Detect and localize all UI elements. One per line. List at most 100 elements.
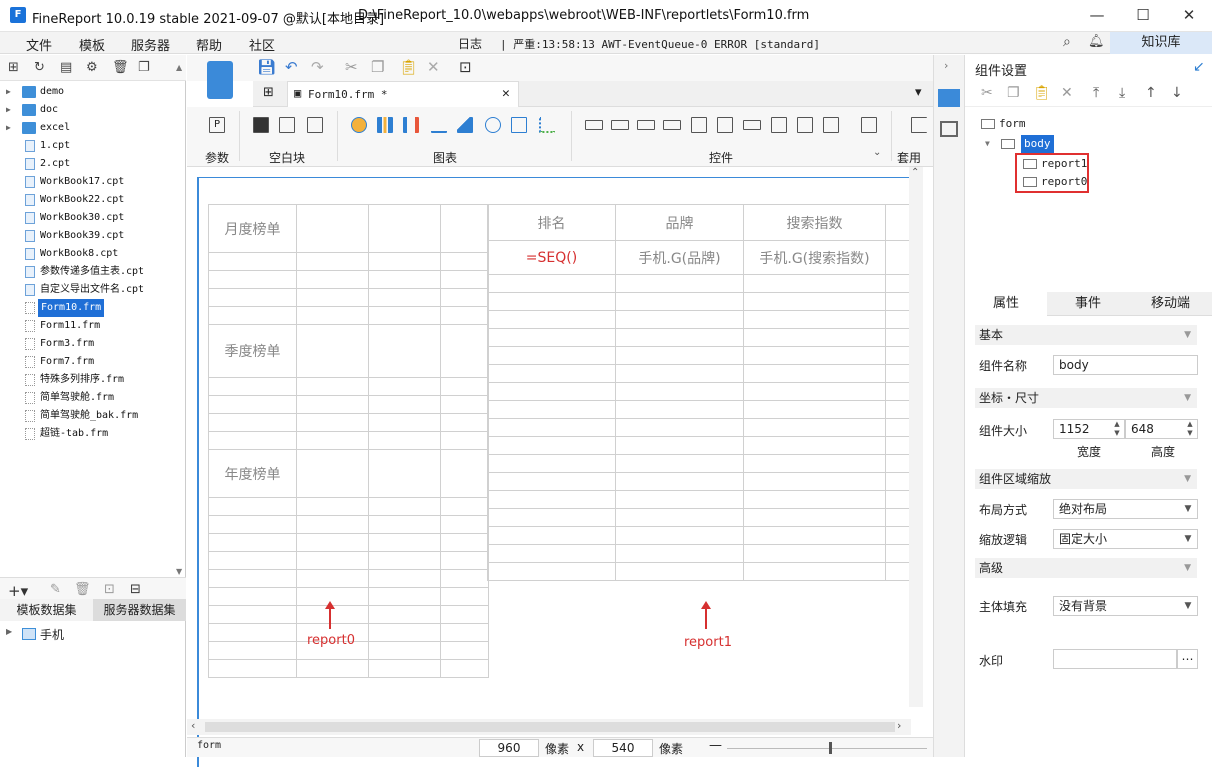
bell-icon[interactable]: 🔔︎ xyxy=(1088,34,1105,49)
scroll-up-icon[interactable]: ⌃ xyxy=(911,167,919,178)
grid-cell[interactable] xyxy=(615,364,744,383)
grid-cell[interactable] xyxy=(615,436,744,455)
grid-cell[interactable] xyxy=(208,431,297,450)
grid-cell[interactable] xyxy=(743,436,886,455)
grid-cell[interactable] xyxy=(296,413,369,432)
pie-chart-icon[interactable] xyxy=(351,117,367,133)
file-tree-item[interactable]: ▶ doc xyxy=(0,101,186,119)
grid-cell[interactable] xyxy=(368,587,441,606)
grid-cell[interactable] xyxy=(743,382,886,401)
grid-cell[interactable] xyxy=(368,270,441,289)
grid-cell[interactable] xyxy=(885,364,910,383)
grid-cell[interactable] xyxy=(296,551,369,570)
grid-cell[interactable] xyxy=(885,400,910,419)
grid-cell[interactable] xyxy=(368,551,441,570)
grid-cell[interactable] xyxy=(743,544,886,563)
file-tree-item[interactable]: Form10.frm xyxy=(0,299,186,317)
grid-cell[interactable] xyxy=(208,377,297,396)
grid-cell[interactable] xyxy=(885,490,910,509)
grid-cell[interactable] xyxy=(208,497,297,516)
cut-component-icon[interactable]: ✂ xyxy=(981,85,993,101)
grid-cell[interactable] xyxy=(208,587,297,606)
file-tree-item[interactable]: 自定义导出文件名.cpt xyxy=(0,281,186,299)
width-input[interactable]: 1152 ▲ ▼ xyxy=(1053,419,1125,439)
grid-cell[interactable] xyxy=(208,395,297,414)
watermark-input[interactable] xyxy=(1053,649,1177,669)
more-options-icon[interactable]: ⋯ xyxy=(1177,649,1198,669)
grid-cell[interactable] xyxy=(743,472,886,491)
calendar-widget-icon[interactable] xyxy=(717,117,733,133)
expand-arrow-icon[interactable]: ▶ xyxy=(6,119,11,137)
grid-cell[interactable] xyxy=(743,508,886,527)
paste-icon[interactable]: 📋︎ xyxy=(399,58,418,76)
grid-cell[interactable] xyxy=(487,490,616,509)
param-icon[interactable]: P xyxy=(209,117,225,133)
file-tree-item[interactable]: ▶ demo xyxy=(0,83,186,101)
grid-cell[interactable] xyxy=(615,346,744,365)
fill-select[interactable]: 没有背景 ▼ xyxy=(1053,596,1198,616)
grid-cell[interactable] xyxy=(208,413,297,432)
component-name-input[interactable]: body xyxy=(1053,355,1198,375)
grid-cell[interactable] xyxy=(885,418,910,437)
grid-cell[interactable] xyxy=(440,515,489,534)
grid-cell[interactable] xyxy=(440,587,489,606)
delete-toolbar-icon[interactable]: ✕ xyxy=(427,58,440,76)
grid-cell[interactable]: 手机.G(品牌) xyxy=(615,240,744,275)
report1-grid[interactable]: 排名 品牌 搜索指数 =SEQ() 手机.G(品牌) 手机.G(搜索指数) xyxy=(487,204,910,581)
file-tree-item[interactable]: 特殊多列排序.frm xyxy=(0,371,186,389)
grid-cell[interactable] xyxy=(615,508,744,527)
file-tree-item[interactable]: 2.cpt xyxy=(0,155,186,173)
radio-widget-icon[interactable] xyxy=(797,117,813,133)
grid-cell[interactable] xyxy=(487,274,616,293)
canvas-height-input[interactable]: 540 xyxy=(593,739,653,757)
grid-cell[interactable]: 月度榜单 xyxy=(208,204,297,253)
grid-cell[interactable] xyxy=(368,413,441,432)
grid-cell[interactable] xyxy=(296,270,369,289)
grid-cell[interactable] xyxy=(208,551,297,570)
menu-server[interactable]: 服务器 xyxy=(131,35,170,54)
grid-cell[interactable] xyxy=(615,490,744,509)
menu-community[interactable]: 社区 xyxy=(249,35,275,54)
grid-cell[interactable] xyxy=(615,418,744,437)
move-top-icon[interactable]: ⤒ xyxy=(1093,85,1099,101)
grid-cell[interactable] xyxy=(743,328,886,347)
knowledge-base-button[interactable]: 知识库 xyxy=(1110,32,1212,54)
file-tree-item[interactable]: WorkBook8.cpt xyxy=(0,245,186,263)
tab-form10[interactable]: ▣ Form10.frm * ✕ xyxy=(287,81,519,107)
grid-cell[interactable] xyxy=(368,395,441,414)
grid-cell[interactable] xyxy=(296,533,369,552)
grid-cell[interactable] xyxy=(368,288,441,307)
grid-cell[interactable] xyxy=(615,454,744,473)
grid-cell[interactable]: 搜索指数 xyxy=(743,204,886,241)
grid-cell[interactable] xyxy=(615,544,744,563)
tab-block-icon[interactable] xyxy=(279,117,295,133)
grid-cell[interactable] xyxy=(615,562,744,581)
grid-cell[interactable] xyxy=(487,364,616,383)
grid-cell[interactable] xyxy=(487,400,616,419)
grid-cell[interactable] xyxy=(368,497,441,516)
grid-cell[interactable] xyxy=(208,623,297,642)
copy-toolbar-icon[interactable]: ❐ xyxy=(371,58,384,76)
grid-cell[interactable] xyxy=(743,400,886,419)
delete-component-icon[interactable]: ✕ xyxy=(1061,85,1073,101)
grid-cell[interactable] xyxy=(368,533,441,552)
file-tree-item[interactable]: WorkBook22.cpt xyxy=(0,191,186,209)
grid-cell[interactable] xyxy=(296,395,369,414)
grid-cell[interactable] xyxy=(615,328,744,347)
trash-icon[interactable]: 🗑︎ xyxy=(74,582,91,597)
grid-cell[interactable] xyxy=(487,526,616,545)
template-type-icon[interactable] xyxy=(207,61,233,99)
grid-cell[interactable] xyxy=(440,449,489,498)
move-bottom-icon[interactable]: ⤓ xyxy=(1119,85,1125,101)
grid-cell[interactable] xyxy=(208,252,297,271)
grid-cell[interactable] xyxy=(487,562,616,581)
grid-cell[interactable] xyxy=(296,288,369,307)
grid-cell[interactable] xyxy=(368,324,441,378)
new-folder-icon[interactable]: ⊞ xyxy=(8,60,19,75)
height-spinner-icon[interactable]: ▲ ▼ xyxy=(1183,420,1197,438)
file-tree-item[interactable]: 简单驾驶舱.frm xyxy=(0,389,186,407)
grid-cell[interactable] xyxy=(296,324,369,378)
menu-template[interactable]: 模板 xyxy=(79,35,105,54)
grid-cell[interactable] xyxy=(743,274,886,293)
width-spinner-icon[interactable]: ▲ ▼ xyxy=(1110,420,1124,438)
